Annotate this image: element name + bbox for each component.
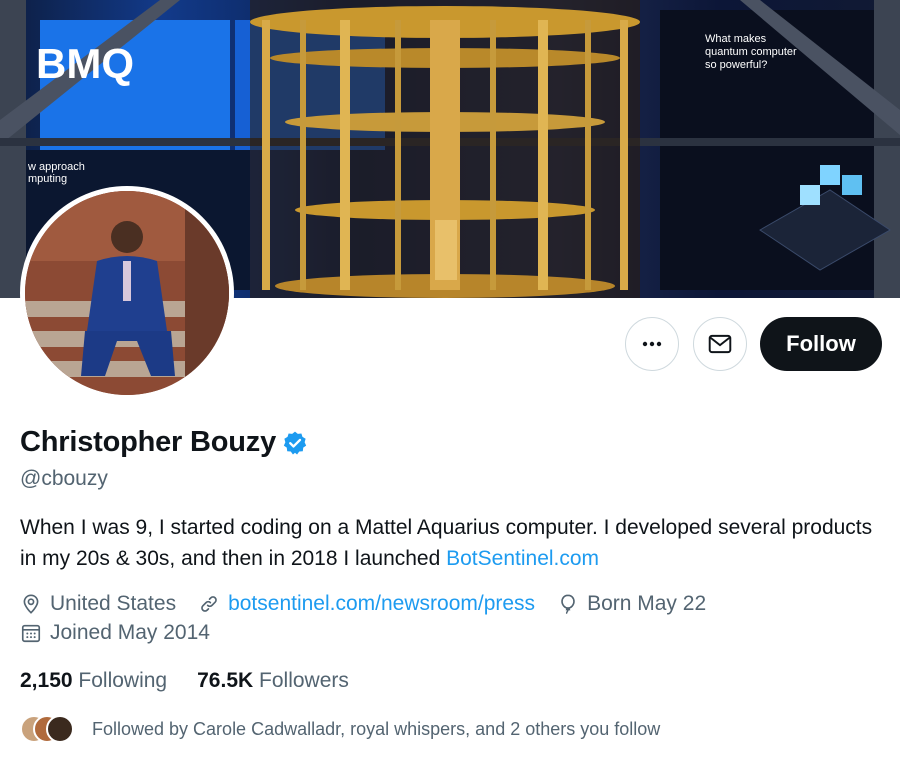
followers-label: Followers — [259, 669, 349, 692]
birthday-text: Born May 22 — [587, 592, 707, 615]
message-button[interactable] — [693, 317, 747, 371]
verified-badge-icon[interactable] — [282, 430, 308, 456]
location-pin-icon — [23, 594, 39, 614]
birthday-item: Born May 22 — [557, 592, 706, 616]
followed-by-text: Followed by Carole Cadwalladr, royal whi… — [92, 718, 661, 739]
mutual-follower-avatars — [20, 714, 76, 744]
profile-page: BMQ What makes quantum computer so power… — [0, 0, 900, 764]
more-horizontal-icon — [642, 341, 662, 347]
svg-text:w approach: w approach — [27, 161, 85, 173]
svg-text:mputing: mputing — [28, 173, 67, 185]
website-item[interactable]: botsentinel.com/newsroom/press — [198, 592, 535, 616]
link-icon — [201, 596, 217, 612]
followed-by-row[interactable]: Followed by Carole Cadwalladr, royal whi… — [20, 714, 660, 744]
joined-item: Joined May 2014 — [20, 621, 210, 645]
bio-link[interactable]: BotSentinel.com — [446, 547, 599, 570]
banner-sign-text: BMQ — [36, 40, 134, 87]
profile-bio: When I was 9, I started coding on a Matt… — [20, 512, 880, 574]
svg-text:quantum computer: quantum computer — [705, 46, 797, 58]
avatar-photo — [25, 191, 229, 395]
mutual-avatar — [46, 715, 74, 743]
follow-stats: 2,150 Following 76.5K Followers — [20, 669, 379, 693]
follow-button[interactable]: Follow — [760, 317, 882, 371]
svg-text:What makes: What makes — [705, 33, 767, 45]
location-text: United States — [50, 592, 177, 615]
balloon-icon — [561, 594, 575, 614]
location-item: United States — [20, 592, 176, 616]
following-stat[interactable]: 2,150 Following — [20, 669, 167, 693]
envelope-icon — [708, 334, 732, 354]
followers-stat[interactable]: 76.5K Followers — [197, 669, 349, 693]
profile-avatar[interactable] — [20, 186, 234, 400]
website-link[interactable]: botsentinel.com/newsroom/press — [228, 592, 535, 616]
joined-text: Joined May 2014 — [50, 621, 210, 644]
display-name: Christopher Bouzy — [20, 426, 276, 458]
calendar-icon — [21, 624, 41, 643]
followers-count: 76.5K — [197, 669, 254, 692]
profile-meta-row: United States botsentinel.com/newsroom/p… — [20, 592, 728, 616]
more-options-button[interactable] — [625, 317, 679, 371]
profile-name-row: Christopher Bouzy — [20, 426, 308, 459]
profile-meta-row-joined: Joined May 2014 — [20, 621, 232, 645]
following-label: Following — [78, 669, 168, 692]
profile-handle: @cbouzy — [20, 467, 108, 490]
following-count: 2,150 — [20, 669, 73, 692]
svg-text:so powerful?: so powerful? — [705, 59, 767, 71]
